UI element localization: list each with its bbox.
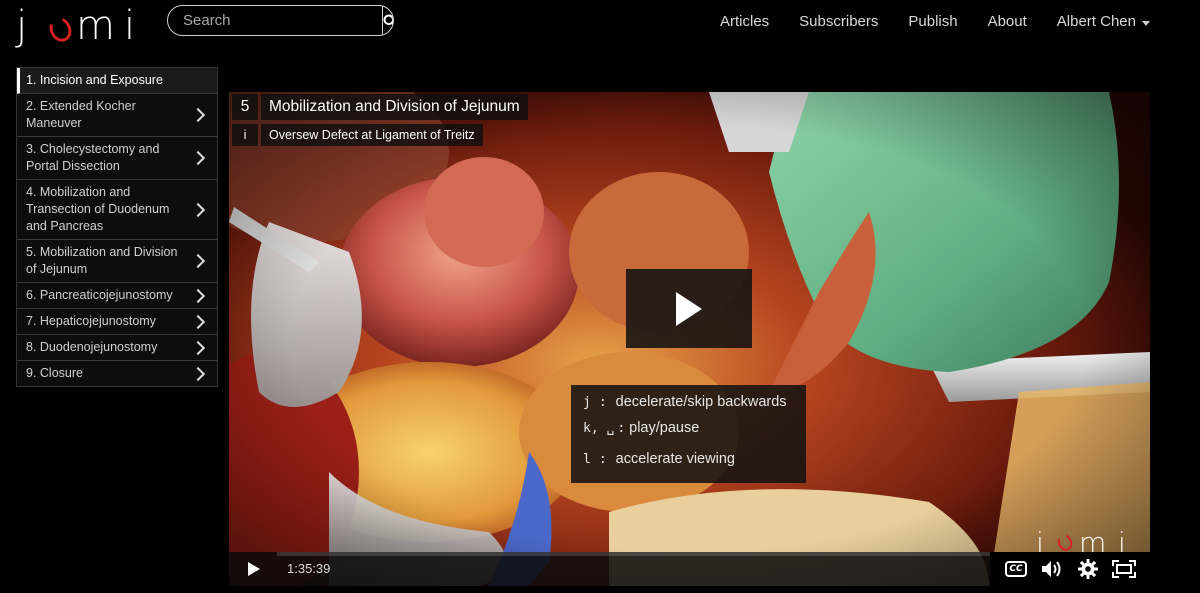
shortcut-action: decelerate/skip backwards	[615, 394, 787, 410]
keyboard-shortcuts-panel: j : decelerate/skip backwards k, ␣ : pla…	[571, 385, 806, 483]
chevron-right-icon	[190, 366, 206, 381]
play-icon	[676, 291, 702, 326]
chevron-right-icon	[190, 150, 206, 166]
chapter-title: Mobilization and Division of Jejunum	[261, 94, 528, 120]
chevron-right-icon	[190, 288, 206, 303]
chapter-title-row: 5 Mobilization and Division of Jejunum	[232, 94, 528, 120]
chapter-item-9[interactable]: 9. Closure	[17, 361, 217, 386]
nav-subscribers[interactable]: Subscribers	[799, 12, 878, 32]
shortcut-key: l	[583, 451, 591, 467]
chevron-right-icon	[190, 202, 206, 217]
search-bar	[167, 5, 394, 36]
chevron-right-icon	[190, 340, 206, 355]
shortcut-key: j	[583, 394, 591, 410]
shortcut-action: accelerate viewing	[615, 451, 735, 467]
chevron-down-icon	[1142, 20, 1150, 26]
logo-o-ring	[45, 13, 76, 46]
nav-publish[interactable]: Publish	[908, 12, 957, 32]
chevron-right-icon	[190, 107, 206, 123]
shortcut-sep: :	[617, 420, 626, 436]
subchapter-title-row: i Oversew Defect at Ligament of Treitz	[232, 124, 528, 146]
fullscreen-icon	[1112, 560, 1136, 578]
chapter-list: 1. Incision and Exposure 2. Extended Koc…	[16, 67, 218, 387]
search-icon	[383, 14, 393, 26]
chapter-label: 1. Incision and Exposure	[26, 73, 163, 87]
shortcut-row: j : decelerate/skip backwards	[583, 394, 787, 410]
nav-about[interactable]: About	[988, 12, 1027, 32]
user-name: Albert Chen	[1056, 13, 1136, 30]
shortcut-row: k, ␣ : play/pause	[583, 420, 699, 436]
control-buttons: CC	[990, 552, 1150, 586]
chapter-item-4[interactable]: 4. Mobilization and Transection of Duode…	[17, 180, 217, 240]
chapter-label: 3. Cholecystectomy and Portal Dissection	[26, 142, 160, 173]
chapter-label: 9. Closure	[26, 366, 83, 380]
play-icon	[248, 562, 260, 576]
play-button[interactable]	[239, 559, 269, 579]
video-control-bar: 1:35:39 CC	[229, 552, 1150, 586]
chapter-item-1[interactable]: 1. Incision and Exposure	[17, 68, 217, 94]
chapter-label: 4. Mobilization and Transection of Duode…	[26, 185, 170, 233]
chapter-item-5[interactable]: 5. Mobilization and Division of Jejunum	[17, 240, 217, 283]
captions-button[interactable]: CC	[1001, 554, 1031, 584]
jomi-logo[interactable]: j m i	[16, 4, 135, 48]
chapter-item-7[interactable]: 7. Hepaticojejunostomy	[17, 309, 217, 335]
shortcut-sep: :	[598, 394, 607, 410]
chapter-item-3[interactable]: 3. Cholecystectomy and Portal Dissection	[17, 137, 217, 180]
chevron-right-icon	[190, 314, 206, 329]
chapter-overlay: 5 Mobilization and Division of Jejunum i…	[232, 94, 528, 146]
chapter-label: 5. Mobilization and Division of Jejunum	[26, 245, 178, 276]
chapter-label: 8. Duodenojejunostomy	[26, 340, 158, 354]
nav-articles[interactable]: Articles	[720, 12, 769, 32]
volume-icon	[1042, 561, 1061, 577]
shortcut-row: l : accelerate viewing	[583, 451, 735, 467]
settings-button[interactable]	[1073, 554, 1103, 584]
user-menu[interactable]: Albert Chen	[1057, 12, 1150, 32]
shortcut-action: play/pause	[629, 420, 700, 436]
chapter-number: 5	[232, 94, 258, 120]
current-time: 1:35:39	[287, 561, 331, 576]
cc-icon: CC	[1005, 561, 1027, 577]
progress-bar[interactable]	[277, 552, 990, 556]
chapter-label: 2. Extended Kocher Maneuver	[26, 99, 136, 130]
chapter-item-2[interactable]: 2. Extended Kocher Maneuver	[17, 94, 217, 137]
search-button[interactable]	[382, 6, 393, 35]
main-nav: Articles Subscribers Publish About Alber…	[720, 12, 1150, 32]
volume-button[interactable]	[1037, 554, 1067, 584]
fullscreen-button[interactable]	[1109, 554, 1139, 584]
watermark-o-ring	[1055, 531, 1075, 554]
shortcut-sep: :	[598, 451, 607, 467]
chapter-item-8[interactable]: 8. Duodenojejunostomy	[17, 335, 217, 361]
settings-icon	[1078, 559, 1098, 579]
search-input[interactable]	[168, 6, 382, 35]
chapter-label: 6. Pancreaticojejunostomy	[26, 288, 173, 302]
subchapter-marker: i	[232, 124, 258, 146]
subchapter-title: Oversew Defect at Ligament of Treitz	[261, 124, 483, 146]
chevron-right-icon	[190, 253, 206, 269]
shortcut-key: k, ␣	[583, 420, 615, 436]
big-play-button[interactable]	[626, 269, 752, 348]
video-player[interactable]: 5 Mobilization and Division of Jejunum i…	[229, 92, 1150, 586]
chapter-item-6[interactable]: 6. Pancreaticojejunostomy	[17, 283, 217, 309]
chapter-label: 7. Hepaticojejunostomy	[26, 314, 156, 328]
